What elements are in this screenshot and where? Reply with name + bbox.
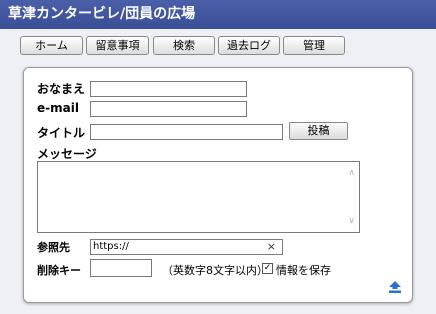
name-input[interactable]	[90, 81, 247, 97]
nav-bar: ホーム 留意事項 検索 過去ログ 管理	[0, 36, 436, 56]
name-label: おなまえ	[37, 82, 86, 96]
email-label: e-mail	[37, 101, 79, 115]
url-label: 参照先	[37, 241, 70, 254]
nav-admin-button[interactable]: 管理	[283, 36, 345, 55]
clear-icon[interactable]: ×	[267, 240, 276, 254]
save-info-checkbox[interactable]: ✓	[262, 263, 273, 274]
nav-notes-button[interactable]: 留意事項	[86, 36, 149, 55]
scroll-down-icon[interactable]: ∨	[348, 216, 355, 226]
delete-key-note: （英数字8文字以内）	[162, 264, 268, 277]
page-title: 草津カンタービレ/団員の広場	[0, 0, 436, 29]
delete-key-label: 削除キー	[37, 264, 81, 277]
nav-past-log-button[interactable]: 過去ログ	[218, 36, 280, 55]
save-info-label: 情報を保存	[276, 264, 331, 277]
scroll-up-icon[interactable]: ∧	[348, 168, 355, 178]
email-input[interactable]	[90, 101, 247, 117]
delete-key-input[interactable]	[90, 259, 152, 277]
post-form: おなまえ e-mail タイトル 投稿 メッセージ ∧ ∨ 参照先 https:…	[23, 67, 413, 303]
url-input[interactable]: https:// ×	[90, 239, 283, 255]
nav-search-button[interactable]: 検索	[153, 36, 215, 55]
arrow-up-icon[interactable]	[389, 281, 401, 293]
message-label: メッセージ	[37, 147, 97, 161]
message-textarea[interactable]: ∧ ∨	[37, 161, 360, 233]
url-value: https://	[93, 241, 129, 252]
post-button[interactable]: 投稿	[289, 122, 348, 140]
title-label: タイトル	[37, 126, 86, 140]
title-input[interactable]	[90, 124, 283, 140]
nav-home-button[interactable]: ホーム	[20, 36, 83, 55]
